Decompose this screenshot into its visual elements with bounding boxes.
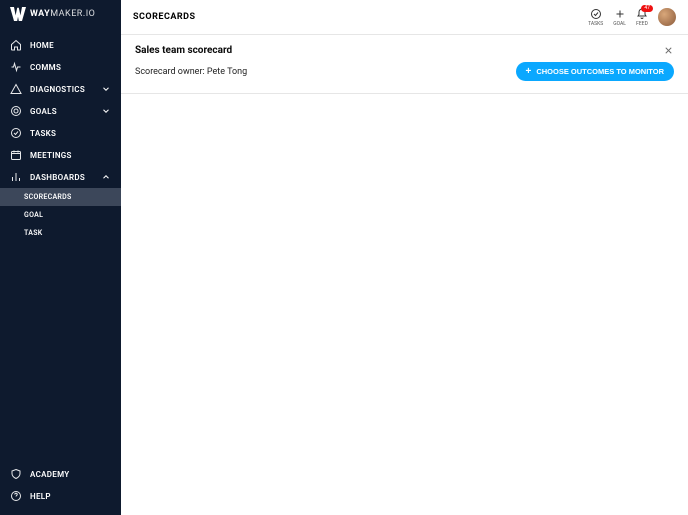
scorecard-title: Sales team scorecard bbox=[135, 45, 674, 56]
chevron-down-icon bbox=[101, 84, 111, 94]
scorecard-owner: Scorecard owner: Pete Tong bbox=[135, 67, 247, 77]
sidebar-bottom: ACADEMY HELP bbox=[0, 463, 121, 515]
home-icon bbox=[10, 39, 22, 51]
topbar-feed-button[interactable]: 47 FEED bbox=[636, 8, 648, 27]
plus-icon bbox=[614, 8, 626, 20]
main: SCORECARDS TASKS GOAL 47 FEED bbox=[121, 0, 688, 515]
topbar: SCORECARDS TASKS GOAL 47 FEED bbox=[121, 0, 688, 34]
check-circle-icon bbox=[590, 8, 602, 20]
sidebar-item-goals[interactable]: GOALS bbox=[0, 100, 121, 122]
sidebar-item-help[interactable]: HELP bbox=[0, 485, 121, 507]
sidebar-item-academy[interactable]: ACADEMY bbox=[0, 463, 121, 485]
bell-icon: 47 bbox=[636, 8, 648, 20]
cta-label: CHOOSE OUTCOMES TO MONITOR bbox=[536, 67, 664, 76]
sidebar-item-label: GOAL bbox=[24, 211, 43, 219]
triangle-icon bbox=[10, 83, 22, 95]
sidebar-item-dashboards[interactable]: DASHBOARDS bbox=[0, 166, 121, 188]
pulse-icon bbox=[10, 61, 22, 73]
sidebar-item-home[interactable]: HOME bbox=[0, 34, 121, 56]
sidebar-item-label: COMMS bbox=[30, 63, 61, 72]
sidebar-item-meetings[interactable]: MEETINGS bbox=[0, 144, 121, 166]
sidebar-item-label: TASKS bbox=[30, 129, 56, 138]
avatar[interactable] bbox=[658, 8, 676, 26]
sidebar-item-tasks[interactable]: TASKS bbox=[0, 122, 121, 144]
brand-logo[interactable]: WAYMAKER.IO bbox=[0, 0, 121, 28]
logo-bold: WAY bbox=[30, 9, 50, 19]
choose-outcomes-button[interactable]: + CHOOSE OUTCOMES TO MONITOR bbox=[516, 62, 675, 81]
sidebar-item-diagnostics[interactable]: DIAGNOSTICS bbox=[0, 78, 121, 100]
sidebar-item-label: GOALS bbox=[30, 107, 57, 116]
chevron-down-icon bbox=[101, 106, 111, 116]
topbar-action-label: TASKS bbox=[588, 21, 603, 27]
logo-rest: MAKER.IO bbox=[50, 9, 95, 19]
sidebar-item-label: DASHBOARDS bbox=[30, 173, 85, 182]
topbar-goal-button[interactable]: GOAL bbox=[613, 8, 626, 27]
sidebar-item-comms[interactable]: COMMS bbox=[0, 56, 121, 78]
sidebar-sub-task[interactable]: TASK bbox=[0, 224, 121, 242]
primary-nav: HOME COMMS DIAGNOSTICS GOALS bbox=[0, 34, 121, 463]
bars-icon bbox=[10, 171, 22, 183]
owner-row: Scorecard owner: Pete Tong + CHOOSE OUTC… bbox=[135, 62, 674, 81]
sidebar-item-label: DIAGNOSTICS bbox=[30, 85, 85, 94]
logo-mark-icon bbox=[10, 7, 26, 21]
sidebar-item-label: HOME bbox=[30, 41, 54, 50]
close-icon[interactable] bbox=[663, 45, 674, 56]
topbar-tasks-button[interactable]: TASKS bbox=[588, 8, 603, 27]
sidebar-item-label: HELP bbox=[30, 492, 51, 501]
sidebar-item-label: ACADEMY bbox=[30, 470, 69, 479]
topbar-action-label: GOAL bbox=[613, 21, 626, 27]
sidebar-sub-scorecards[interactable]: SCORECARDS bbox=[0, 188, 121, 206]
target-icon bbox=[10, 105, 22, 117]
calendar-icon bbox=[10, 149, 22, 161]
help-icon bbox=[10, 490, 22, 502]
chevron-up-icon bbox=[101, 172, 111, 182]
sidebar-item-label: SCORECARDS bbox=[24, 193, 72, 201]
scorecard-header: Sales team scorecard Scorecard owner: Pe… bbox=[121, 34, 688, 94]
sidebar-item-label: TASK bbox=[24, 229, 43, 237]
logo-text: WAYMAKER.IO bbox=[30, 9, 95, 19]
topbar-action-label: FEED bbox=[636, 21, 648, 27]
shield-icon bbox=[10, 468, 22, 480]
page-title: SCORECARDS bbox=[133, 12, 196, 22]
sidebar: WAYMAKER.IO HOME COMMS DIAGNOSTICS bbox=[0, 0, 121, 515]
sidebar-item-label: MEETINGS bbox=[30, 151, 72, 160]
topbar-actions: TASKS GOAL 47 FEED bbox=[588, 8, 676, 27]
sidebar-sub-goal[interactable]: GOAL bbox=[0, 206, 121, 224]
check-circle-icon bbox=[10, 127, 22, 139]
feed-badge: 47 bbox=[641, 5, 653, 12]
